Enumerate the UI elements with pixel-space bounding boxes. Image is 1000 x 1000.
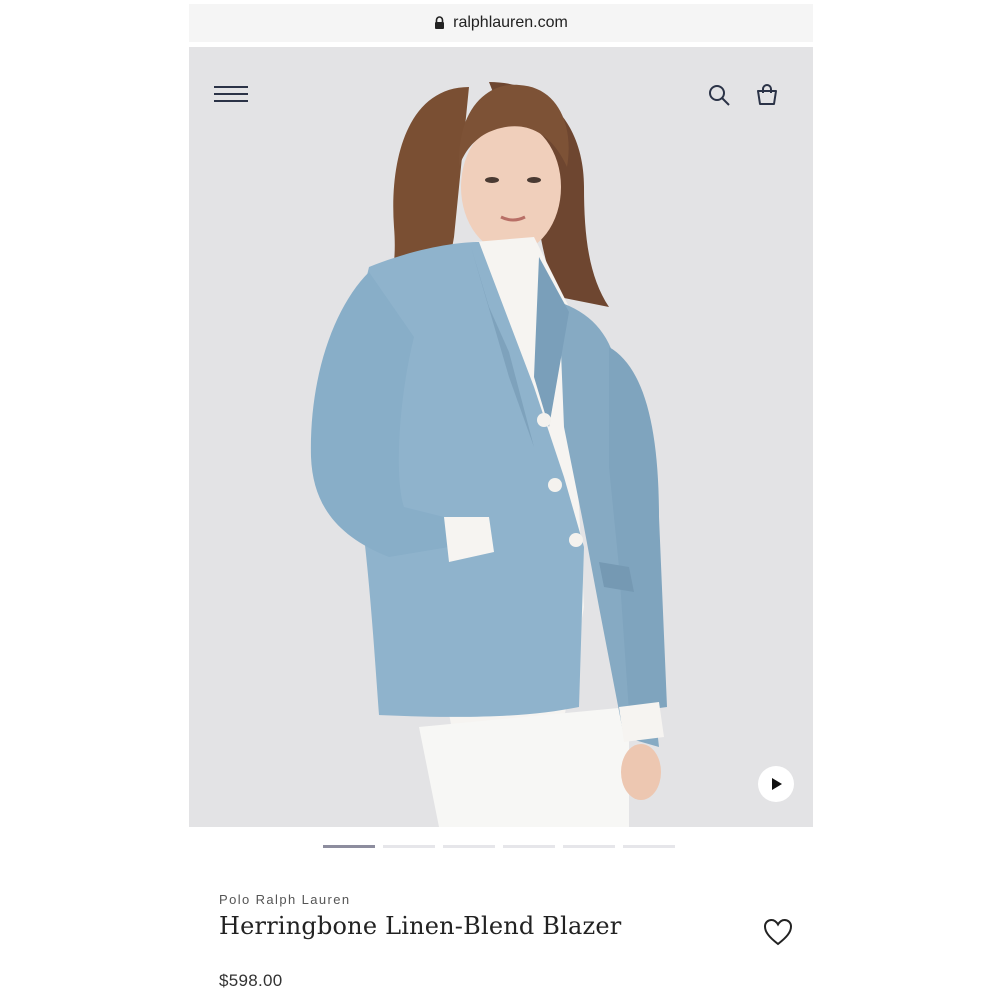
- lock-icon: [434, 16, 445, 30]
- shopping-bag-button[interactable]: [751, 79, 783, 111]
- browser-address-bar[interactable]: ralphlauren.com: [189, 4, 813, 42]
- product-title: Herringbone Linen-Blend Blazer: [219, 912, 622, 940]
- url-text: ralphlauren.com: [453, 14, 568, 31]
- product-brand[interactable]: Polo Ralph Lauren: [219, 892, 351, 907]
- heart-icon: [763, 918, 793, 946]
- pager-indicator-3[interactable]: [443, 845, 495, 848]
- hamburger-menu-icon: [214, 86, 248, 102]
- shopping-bag-icon: [757, 84, 777, 105]
- wishlist-button[interactable]: [762, 916, 794, 948]
- pager-indicator-5[interactable]: [563, 845, 615, 848]
- pager-indicator-4[interactable]: [503, 845, 555, 848]
- pager-indicator-1[interactable]: [323, 845, 375, 848]
- product-photo: [189, 47, 813, 827]
- search-icon: [709, 85, 730, 106]
- image-pager: [323, 845, 683, 851]
- pager-indicator-6[interactable]: [623, 845, 675, 848]
- play-video-button[interactable]: [758, 766, 794, 802]
- pager-indicator-2[interactable]: [383, 845, 435, 848]
- product-price: $598.00: [219, 971, 283, 990]
- play-icon: [772, 778, 782, 790]
- search-button[interactable]: [703, 79, 735, 111]
- menu-button[interactable]: [209, 79, 253, 109]
- product-image-hero[interactable]: [189, 47, 813, 827]
